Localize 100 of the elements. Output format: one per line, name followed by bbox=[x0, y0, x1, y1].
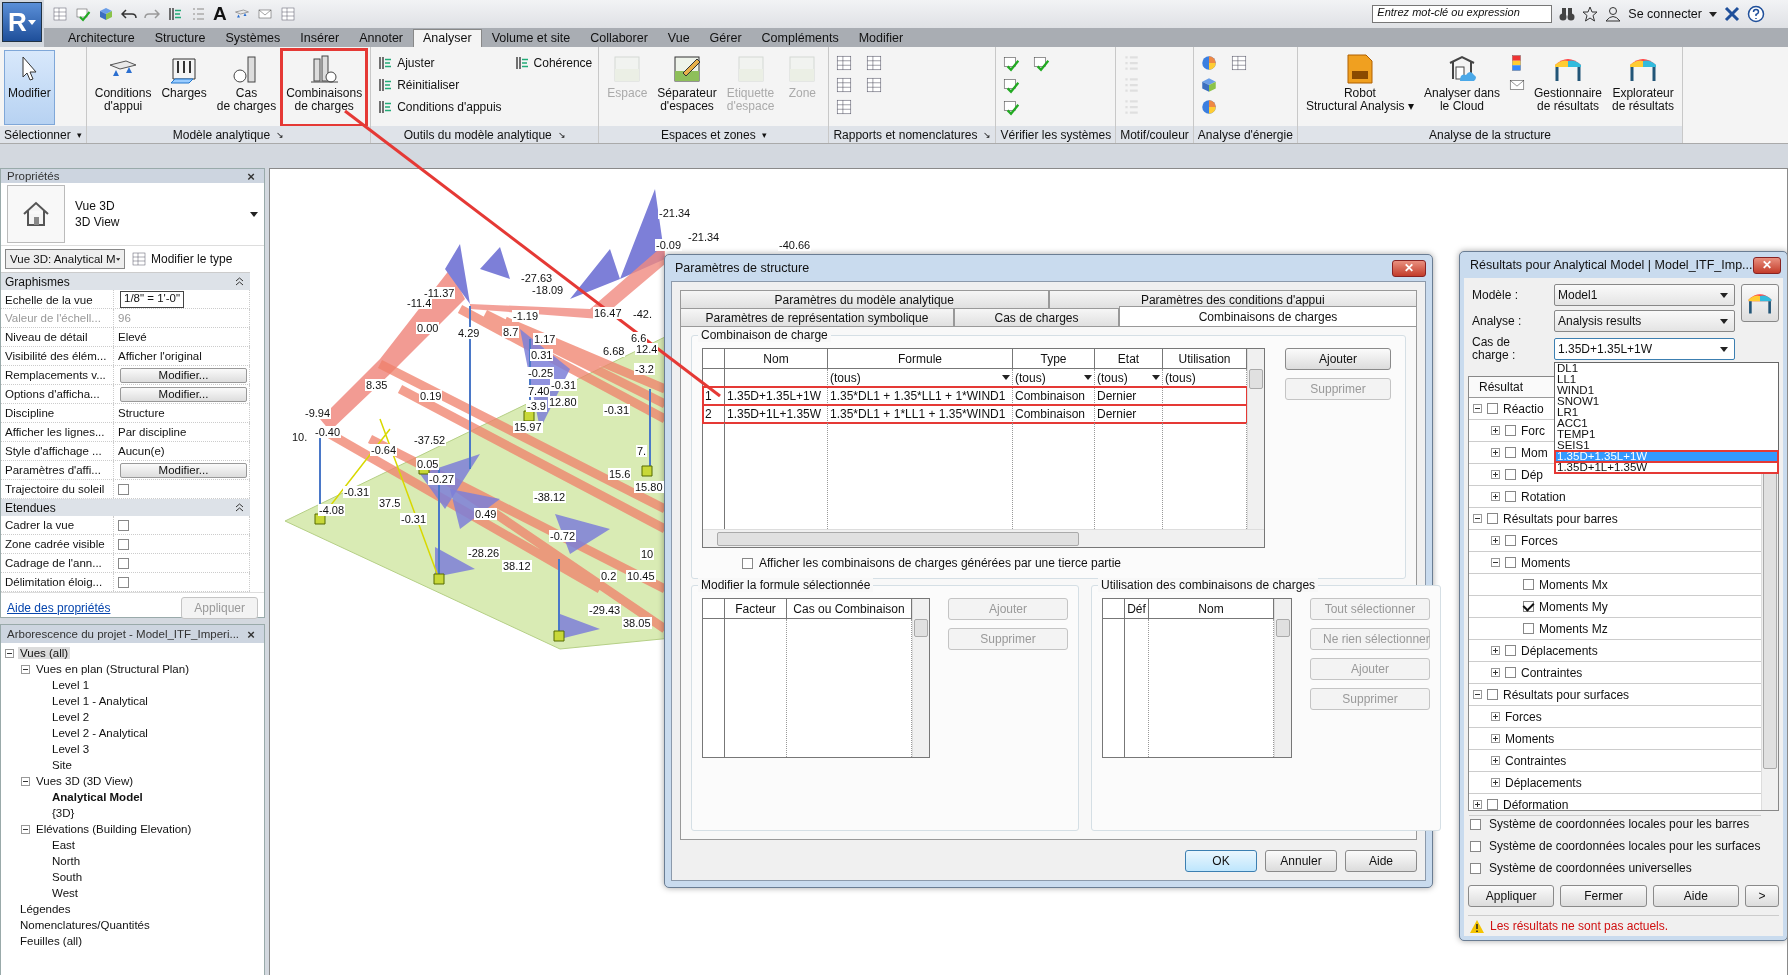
tree-item[interactable]: Déplacements bbox=[1505, 775, 1582, 790]
dialog-button[interactable]: Aide bbox=[1345, 850, 1417, 872]
tree-item[interactable]: Forces bbox=[1505, 709, 1542, 724]
tree-item[interactable]: Level 1 - Analytical bbox=[50, 695, 150, 707]
dialog-button[interactable]: > bbox=[1745, 885, 1779, 907]
modify-button[interactable]: Modifier... bbox=[120, 386, 247, 402]
dropdown-option[interactable]: SEIS1 bbox=[1555, 440, 1778, 451]
expand-icon[interactable] bbox=[1491, 646, 1500, 655]
sign-in-link[interactable]: Se connecter bbox=[1628, 7, 1702, 21]
ribbon-button[interactable]: Conditions d'appui bbox=[90, 50, 156, 125]
ribbon-tab[interactable]: Modifier bbox=[848, 29, 914, 47]
column-header[interactable]: Facteur bbox=[725, 599, 787, 619]
ribbon-button[interactable]: Réinitialiser bbox=[375, 74, 504, 96]
section-header[interactable]: Graphismes bbox=[1, 273, 250, 290]
checkbox[interactable] bbox=[118, 483, 129, 495]
scrollbar[interactable] bbox=[703, 529, 1264, 547]
ribbon-tab[interactable]: Compléments bbox=[751, 29, 849, 47]
modify-button[interactable]: Modifier... bbox=[120, 462, 247, 478]
ribbon-button[interactable]: Cas de charges bbox=[212, 50, 281, 125]
ribbon-tab[interactable]: Volume et site bbox=[481, 29, 581, 47]
tree-item[interactable]: Vues 3D (3D View) bbox=[34, 775, 136, 787]
collapse-icon[interactable] bbox=[1473, 514, 1482, 523]
dropdown-option[interactable]: 1.35D+1L+1.35W bbox=[1555, 462, 1778, 473]
panel-launcher[interactable]: ↘ bbox=[557, 129, 566, 140]
checkbox[interactable] bbox=[1505, 645, 1516, 656]
checkbox[interactable] bbox=[1505, 535, 1516, 546]
collapse-icon[interactable] bbox=[1473, 690, 1482, 699]
binoculars-icon[interactable] bbox=[1559, 6, 1576, 22]
app-logo[interactable]: R bbox=[2, 2, 42, 42]
ribbon-tab[interactable]: Analyser bbox=[413, 29, 482, 47]
checkbox[interactable] bbox=[118, 519, 129, 531]
checkbox[interactable] bbox=[1505, 491, 1516, 502]
column-header[interactable]: Etat bbox=[1095, 349, 1163, 369]
dialog-button[interactable]: Ajouter bbox=[1285, 348, 1391, 370]
filter-dropdown[interactable]: (tous) bbox=[828, 369, 1013, 387]
scrollbar[interactable] bbox=[1247, 349, 1264, 529]
ribbon-tab[interactable]: Gérer bbox=[699, 29, 752, 47]
filter-dropdown[interactable]: (tous) bbox=[1013, 369, 1095, 387]
tree-item[interactable]: Dép bbox=[1521, 467, 1543, 482]
checkbox[interactable] bbox=[1505, 557, 1516, 568]
tree-item[interactable]: Elévations (Building Elevation) bbox=[34, 823, 194, 835]
expand-icon[interactable] bbox=[1491, 448, 1500, 457]
column-header[interactable]: Type bbox=[1013, 349, 1095, 369]
tree-item[interactable]: Contraintes bbox=[1521, 665, 1583, 680]
ribbon-button[interactable]: Explorateur de résultats bbox=[1608, 50, 1679, 125]
tree-item[interactable]: {3D} bbox=[50, 807, 77, 819]
dropdown-option[interactable]: LR1 bbox=[1555, 407, 1778, 418]
tree-item[interactable]: Vues en plan (Structural Plan) bbox=[34, 663, 191, 675]
tree-item[interactable]: Moments My bbox=[1539, 599, 1608, 614]
expand-icon[interactable] bbox=[1491, 536, 1500, 545]
dialog-tab[interactable]: Combinaisons de charges bbox=[1119, 306, 1417, 326]
dropdown-option[interactable]: SNOW1 bbox=[1555, 396, 1778, 407]
tree-item[interactable]: Analytical Model bbox=[50, 791, 145, 803]
checkbox[interactable] bbox=[118, 557, 129, 569]
scrollbar[interactable] bbox=[1274, 599, 1291, 757]
tree-item[interactable]: Résultats pour barres bbox=[1503, 511, 1618, 526]
dialog-button[interactable]: Appliquer bbox=[1468, 885, 1555, 907]
results-button[interactable] bbox=[1741, 284, 1779, 322]
close-button[interactable]: × bbox=[244, 627, 258, 641]
dialog-tab[interactable]: Paramètres du modèle analytique bbox=[680, 290, 1049, 308]
dropdown-field[interactable]: 1.35D+1.35L+1W bbox=[1554, 338, 1735, 360]
tree-item[interactable]: Level 2 bbox=[50, 711, 92, 723]
help-link[interactable]: Aide des propriétés bbox=[7, 601, 111, 615]
dropdown-option[interactable]: TEMP1 bbox=[1555, 429, 1778, 440]
tree-item[interactable]: Rotation bbox=[1521, 489, 1566, 504]
help-icon[interactable] bbox=[1747, 5, 1765, 23]
filter-dropdown[interactable]: (tous) bbox=[1095, 369, 1163, 387]
panel-launcher[interactable]: ↘ bbox=[276, 129, 285, 140]
collapse-icon[interactable] bbox=[1473, 404, 1482, 413]
tree-item[interactable]: East bbox=[50, 839, 77, 851]
ribbon-tab[interactable]: Insérer bbox=[290, 29, 350, 47]
expand-icon[interactable] bbox=[1491, 668, 1500, 677]
checkbox[interactable] bbox=[1470, 818, 1481, 830]
collapse-icon[interactable] bbox=[21, 664, 30, 674]
collapse-icon[interactable] bbox=[1491, 558, 1500, 567]
tree-item[interactable]: Moments bbox=[1505, 731, 1555, 746]
dialog-button[interactable]: Fermer bbox=[1560, 885, 1647, 907]
ribbon-button[interactable]: Gestionnaire de résultats bbox=[1530, 50, 1607, 125]
tree-item[interactable]: Feuilles (all) bbox=[18, 935, 84, 947]
dropdown-field[interactable]: Analysis results bbox=[1554, 310, 1735, 332]
property-input[interactable]: 1/8" = 1'-0" bbox=[120, 291, 185, 308]
search-field[interactable]: Entrez mot-clé ou expression bbox=[1372, 5, 1553, 23]
checkbox[interactable] bbox=[1523, 601, 1534, 612]
dropdown-option[interactable]: ACC1 bbox=[1555, 418, 1778, 429]
ribbon-button[interactable]: Conditions d'appuis bbox=[375, 96, 504, 118]
collapse-icon[interactable] bbox=[5, 648, 14, 658]
user-icon[interactable] bbox=[1605, 6, 1622, 22]
dialog-tab[interactable]: Paramètres des conditions d'appui bbox=[1048, 290, 1417, 308]
ribbon-tab[interactable]: Annoter bbox=[349, 29, 413, 47]
modify-button[interactable]: Modifier... bbox=[120, 367, 247, 383]
expand-icon[interactable] bbox=[1473, 800, 1482, 809]
expand-icon[interactable] bbox=[1491, 778, 1500, 787]
scrollbar[interactable] bbox=[912, 599, 929, 757]
expand-icon[interactable] bbox=[1491, 426, 1500, 435]
tree-item[interactable]: Réactio bbox=[1503, 401, 1544, 416]
checkbox[interactable] bbox=[1523, 623, 1534, 634]
dropdown-field[interactable]: Model1 bbox=[1554, 284, 1735, 306]
collapse-icon[interactable] bbox=[21, 776, 30, 786]
table-row[interactable]: 2 1.35D+1L+1.35W 1.35*DL1 + 1*LL1 + 1.35*WIND1 Combinaison Dernier bbox=[703, 405, 1247, 423]
ribbon-button[interactable]: Analyser dans le Cloud bbox=[1419, 50, 1504, 125]
